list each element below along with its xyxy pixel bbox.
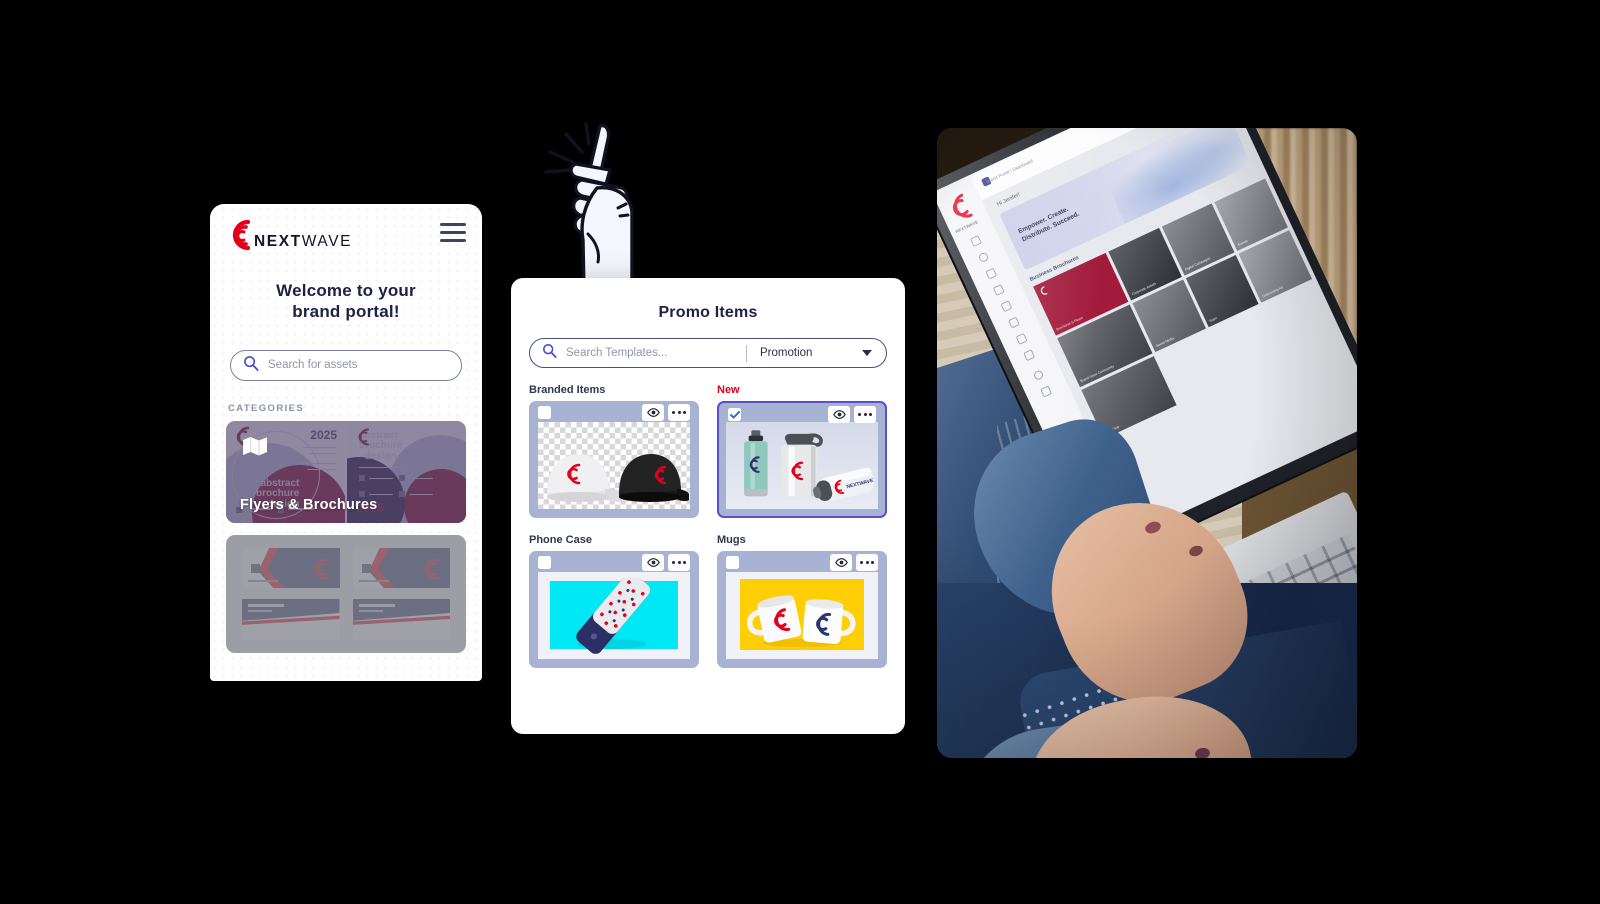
nextwave-wave-logo-icon — [226, 218, 256, 252]
tile-artwork-bottles: NEXTWAVE — [726, 422, 878, 509]
brand-name-bold: NEXT — [254, 232, 302, 250]
promo-grid-cell: Branded Items — [529, 384, 699, 518]
tile-label: Mugs — [717, 534, 746, 546]
template-search-placeholder[interactable]: Search Templates... — [566, 347, 742, 359]
more-options-icon[interactable] — [856, 554, 878, 571]
categories-label: CATEGORIES — [228, 402, 305, 414]
asset-search-field[interactable]: Search for assets — [230, 349, 462, 381]
promo-items-panel: Promo Items Search Templates... Promotio… — [511, 278, 905, 734]
favorites-icon[interactable] — [977, 251, 990, 264]
search-icon — [542, 343, 557, 363]
welcome-heading: Welcome to your brand portal! — [226, 280, 466, 323]
brand-logo[interactable]: NEXTWAVE — [226, 218, 352, 252]
tile-actions — [830, 554, 878, 571]
search-icon — [243, 355, 259, 376]
more-options-icon[interactable] — [668, 404, 690, 421]
tile-label-new: New — [717, 384, 740, 396]
category-filter-value: Promotion — [760, 347, 813, 359]
promo-items-title: Promo Items — [658, 304, 758, 321]
tile-artwork-phone-case — [538, 572, 690, 659]
template-search-bar: Search Templates... Promotion — [529, 338, 887, 368]
welcome-line-1: Welcome to your — [276, 281, 416, 300]
promo-grid-cell: Mugs — [717, 534, 887, 668]
eye-icon[interactable] — [642, 404, 664, 421]
brand-wordmark: NEXTWAVE — [254, 232, 353, 253]
promo-grid-cell: Phone Case — [529, 534, 699, 668]
settings-icon[interactable] — [1040, 385, 1053, 398]
divider — [745, 344, 747, 362]
tile-artwork-caps — [538, 422, 690, 509]
tile-label: Branded Items — [529, 384, 606, 396]
home-icon[interactable] — [969, 235, 982, 247]
hero-text: Empower. Create. Distribute. Succeed. — [1017, 202, 1082, 245]
tile-actions — [828, 406, 876, 423]
asset-caption: Social Media — [1155, 336, 1175, 348]
category-card-business-cards[interactable] — [226, 534, 466, 653]
eye-icon[interactable] — [828, 406, 850, 423]
promo-items-grid: Branded Items New NEXTWAVE Phone Case Mu… — [529, 384, 887, 668]
composition-canvas: NEXTWAVE Welcome to your brand portal! S… — [0, 0, 1600, 904]
promo-tile-new-bottles[interactable]: NEXTWAVE — [717, 401, 887, 518]
mobile-brand-portal-card: NEXTWAVE Welcome to your brand portal! S… — [210, 204, 482, 681]
checkbox-unchecked-icon[interactable] — [538, 406, 551, 419]
pointing-hand-illustration — [540, 112, 645, 302]
category-filter-dropdown[interactable]: Promotion — [760, 347, 872, 359]
mobile-header: NEXTWAVE — [226, 218, 466, 252]
hamburger-menu-icon[interactable] — [440, 218, 466, 247]
promo-tile-branded-items[interactable] — [529, 401, 699, 518]
reports-icon[interactable] — [1023, 349, 1036, 362]
woman-using-laptop-photo: NEXTWAVE Brand Portal / Dashboard Hi Jen… — [937, 128, 1357, 758]
tile-actions — [642, 404, 690, 421]
welcome-line-2: brand portal! — [292, 302, 400, 322]
more-options-icon[interactable] — [854, 406, 876, 423]
more-options-icon[interactable] — [668, 554, 690, 571]
asset-search-placeholder: Search for assets — [268, 359, 358, 371]
promo-tile-mugs[interactable] — [717, 551, 887, 668]
tile-artwork-mugs — [726, 572, 878, 659]
tile-toolbar — [529, 401, 699, 422]
tile-label: Phone Case — [529, 534, 592, 546]
eye-icon[interactable] — [830, 554, 852, 571]
chevron-down-icon — [862, 350, 872, 356]
checkbox-checked-icon[interactable] — [728, 408, 741, 421]
asset-caption: Events — [1237, 238, 1249, 247]
tile-toolbar — [717, 551, 887, 572]
promo-tile-phone-case[interactable] — [529, 551, 699, 668]
promo-grid-cell: New NEXTWAVE — [717, 384, 887, 518]
folded-map-icon — [242, 435, 268, 462]
tile-toolbar — [529, 551, 699, 572]
asset-caption: Team — [1208, 316, 1218, 324]
tile-actions — [642, 554, 690, 571]
eye-icon[interactable] — [642, 554, 664, 571]
brand-kit-icon[interactable] — [1008, 316, 1020, 329]
campaigns-icon[interactable] — [1015, 332, 1028, 345]
category-overlay — [226, 534, 466, 653]
asset-caption: Onboarding Kit — [1261, 285, 1284, 299]
category-card-flyers-brochures[interactable]: 2025 abstractbrochuredesign — [226, 420, 466, 523]
assets-icon[interactable] — [985, 267, 998, 280]
templates-icon[interactable] — [992, 283, 1005, 296]
checkbox-unchecked-icon[interactable] — [538, 556, 551, 569]
folders-icon[interactable] — [1000, 300, 1013, 313]
checkbox-unchecked-icon[interactable] — [726, 556, 739, 569]
tile-toolbar — [719, 403, 885, 423]
help-icon[interactable] — [1032, 369, 1045, 382]
brand-name-light: WAVE — [301, 232, 353, 250]
category-title: Flyers & Brochures — [240, 496, 378, 513]
